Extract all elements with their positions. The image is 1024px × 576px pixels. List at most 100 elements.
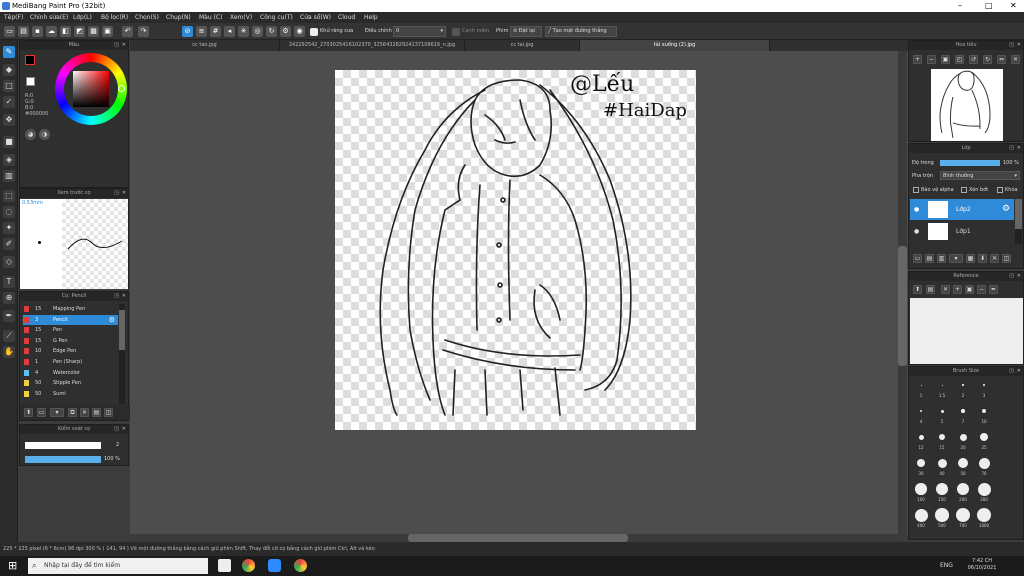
dock-icon[interactable]: ◳: [114, 189, 119, 198]
brush-settings-icon[interactable]: ⚙: [109, 315, 115, 325]
minimize-button[interactable]: –: [958, 1, 962, 10]
parallel-snap-icon[interactable]: ≡: [196, 26, 207, 37]
new-8bit-icon[interactable]: ▥: [937, 254, 946, 263]
gradient-tool-icon[interactable]: ▥: [3, 170, 15, 182]
brush-item[interactable]: 15 G Pen: [23, 336, 118, 346]
brush-size-dot[interactable]: [959, 433, 967, 441]
vertical-scrollbar[interactable]: [898, 51, 907, 536]
menu-layer[interactable]: Lớp(L): [73, 14, 92, 21]
windows-start-icon[interactable]: ⊞: [8, 560, 20, 572]
bucket-tool-icon[interactable]: ◈: [3, 154, 15, 166]
correction-select[interactable]: 0 ▾: [393, 26, 446, 37]
rotate-right-icon[interactable]: ↻: [983, 55, 992, 64]
color-wheel[interactable]: [55, 53, 127, 125]
brush-item[interactable]: 15 Mapping Pen: [23, 304, 118, 314]
cloud-icon[interactable]: ☁: [46, 26, 57, 37]
navigator-thumbnail[interactable]: [931, 69, 1003, 141]
brush-size-dot[interactable]: [956, 482, 970, 496]
close-button[interactable]: ✕: [1010, 1, 1017, 10]
menu-select[interactable]: Chọn(S): [135, 14, 159, 21]
share-icon[interactable]: ◧: [60, 26, 71, 37]
brush-size-dot[interactable]: [956, 508, 970, 522]
clock[interactable]: 7:42 CH 06/10/2021: [962, 558, 1002, 572]
brush-size-dot[interactable]: [977, 482, 991, 496]
saturation-box[interactable]: [73, 71, 109, 107]
ref-delete-icon[interactable]: ✕: [941, 285, 950, 294]
hue-handle[interactable]: [118, 85, 125, 92]
ref-eyedrop-icon[interactable]: ✒: [989, 285, 998, 294]
close-icon[interactable]: ✕: [122, 41, 126, 50]
brush-size-dot[interactable]: [915, 483, 927, 495]
new-layer-icon[interactable]: ▭: [913, 254, 922, 263]
text-tool-icon[interactable]: T: [3, 276, 15, 288]
save-icon[interactable]: ▪: [32, 26, 43, 37]
menu-file[interactable]: Tệp(F): [4, 14, 23, 21]
brush-cloud-icon[interactable]: ⬆: [24, 408, 33, 417]
grid-snap-icon[interactable]: #: [210, 26, 221, 37]
undo-icon[interactable]: ↶: [122, 26, 133, 37]
menu-capture[interactable]: Chụp(N): [166, 14, 191, 21]
redo-icon[interactable]: ↷: [138, 26, 149, 37]
add-brush-icon[interactable]: ▭: [37, 408, 46, 417]
eyedropper-tool-icon[interactable]: ✒: [3, 310, 15, 322]
radial-snap-icon[interactable]: ◂: [224, 26, 235, 37]
guideline-button[interactable]: ╱ Tạo mặt đường thẳng: [545, 26, 617, 37]
brush-size-slider[interactable]: [25, 442, 101, 449]
brush-size-dot[interactable]: [919, 409, 923, 413]
move-tool-icon[interactable]: ✥: [3, 114, 15, 126]
taskview-icon[interactable]: [218, 559, 231, 572]
print-icon[interactable]: ▦: [88, 26, 99, 37]
brush-size-dot[interactable]: [961, 409, 965, 413]
ref-fit-icon[interactable]: ▣: [965, 285, 974, 294]
drawing-canvas[interactable]: @Lếu #HaiDap: [335, 70, 696, 430]
divide-tool-icon[interactable]: ⊕: [3, 292, 15, 304]
layer-menu-icon[interactable]: ▾: [949, 254, 963, 263]
palette-icon[interactable]: ◕: [25, 129, 36, 140]
eyedropper2-icon[interactable]: ⟋: [3, 330, 15, 342]
reset-button[interactable]: ⊘ Đặt lại: [510, 26, 542, 37]
dock-icon[interactable]: ◳: [114, 292, 119, 301]
close-icon[interactable]: ✕: [122, 425, 126, 434]
export-icon[interactable]: ◩: [74, 26, 85, 37]
snap-settings-icon[interactable]: ⚙: [280, 26, 291, 37]
brush-item[interactable]: 10 Edge Pen: [23, 346, 118, 356]
ref-cloud-icon[interactable]: ⬆: [913, 285, 922, 294]
soft-edge-checkbox[interactable]: [452, 28, 460, 36]
flip-icon[interactable]: ⇔: [997, 55, 1006, 64]
circle-snap-icon[interactable]: ◎: [252, 26, 263, 37]
dock-icon[interactable]: ◳: [1009, 144, 1014, 153]
close-icon[interactable]: ✕: [1017, 272, 1021, 281]
dock-icon[interactable]: ◳: [1009, 367, 1014, 376]
brush-size-dot[interactable]: [976, 507, 992, 523]
brush-size-dot[interactable]: [980, 433, 988, 441]
mix-icon[interactable]: ◑: [39, 129, 50, 140]
tab-cc-tao[interactable]: cc tao.jpg: [130, 40, 280, 51]
menu-filter[interactable]: Bộ lọc(R): [101, 14, 128, 21]
snap-off-icon[interactable]: ⊘: [182, 26, 193, 37]
ref-zoom-out-icon[interactable]: −: [977, 285, 986, 294]
brush-item[interactable]: 3 Pencil ⚙: [23, 314, 118, 325]
eraser-tool-icon[interactable]: ◆: [3, 64, 15, 76]
clipping-checkbox[interactable]: [961, 187, 967, 193]
transparent-swatch[interactable]: [26, 77, 35, 86]
select-eraser-icon[interactable]: ◇: [3, 256, 15, 268]
dock-icon[interactable]: ◳: [114, 425, 119, 434]
brush-tool-icon[interactable]: ✎: [3, 46, 15, 58]
ref-zoom-in-icon[interactable]: +: [953, 285, 962, 294]
brush-item[interactable]: 50 Stipple Pen: [23, 378, 118, 388]
rect-tool-icon[interactable]: □: [3, 80, 15, 92]
brush-size-dot[interactable]: [936, 483, 948, 495]
chrome-profile-icon[interactable]: [294, 559, 307, 572]
open-icon[interactable]: ▤: [18, 26, 29, 37]
close-icon[interactable]: ✕: [1017, 41, 1021, 50]
close-icon[interactable]: ✕: [1017, 144, 1021, 153]
brush-size-dot[interactable]: [914, 508, 928, 522]
perspective-icon[interactable]: ◉: [294, 26, 305, 37]
layer-opacity-slider[interactable]: [940, 160, 1000, 166]
folder-icon[interactable]: ▦: [966, 254, 975, 263]
maximize-button[interactable]: □: [985, 1, 993, 10]
layer-settings-icon[interactable]: ⚙: [1002, 199, 1010, 220]
fit-icon[interactable]: ▣: [941, 55, 950, 64]
tab-242292542[interactable]: 242292542_2703025416102370_3256432829241…: [280, 40, 465, 51]
brush-size-dot[interactable]: [940, 409, 944, 413]
